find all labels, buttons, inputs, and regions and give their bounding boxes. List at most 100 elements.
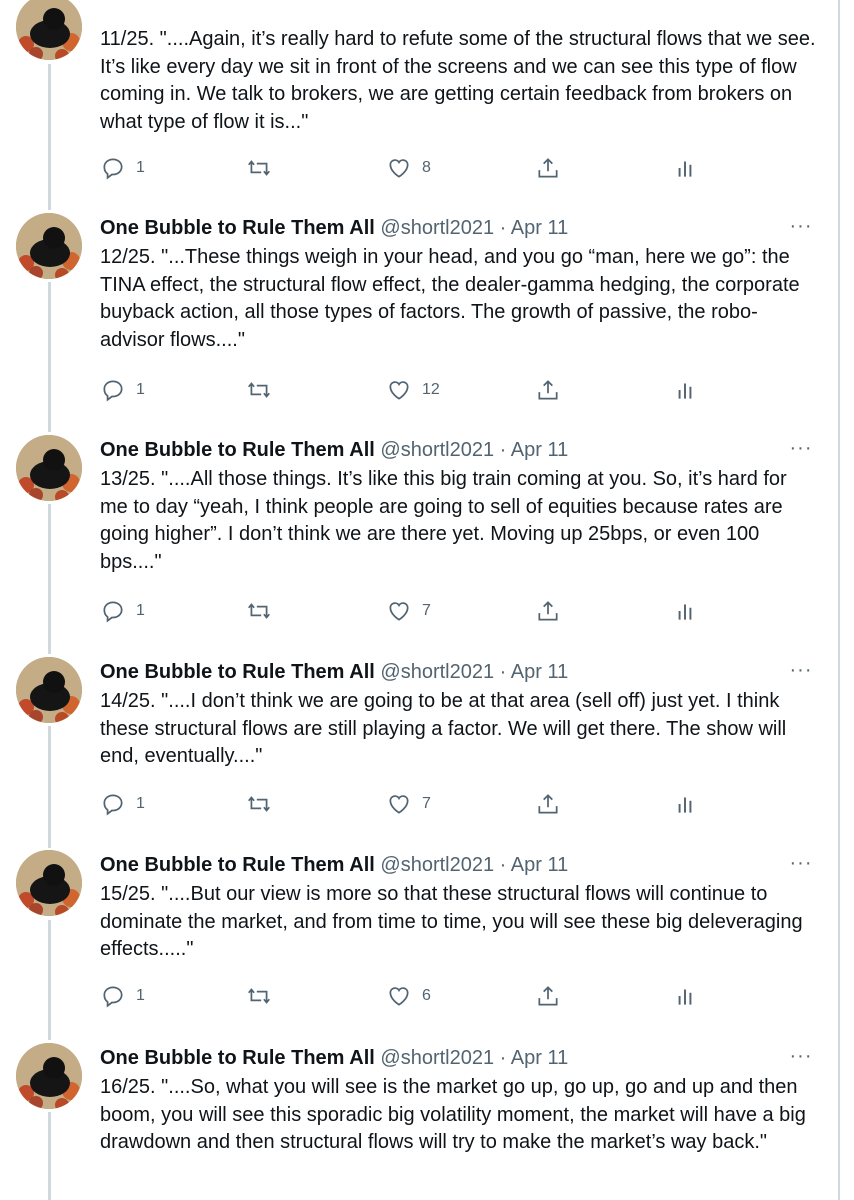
like-button[interactable]: 6 [386, 979, 431, 1013]
like-button[interactable]: 7 [386, 787, 431, 821]
avatar[interactable] [16, 435, 82, 501]
tweet[interactable]: One Bubble to Rule Them All @shortl2021 … [0, 1043, 840, 1200]
more-icon[interactable]: ··· [788, 1043, 814, 1073]
share-button[interactable] [535, 151, 561, 185]
heart-icon [389, 381, 409, 400]
like-count: 6 [422, 987, 431, 1004]
analytics-button[interactable] [672, 787, 698, 821]
analytics-icon [678, 797, 692, 813]
share-button[interactable] [535, 979, 561, 1013]
author-name[interactable]: One Bubble to Rule Them All [100, 1047, 375, 1069]
heart-icon [389, 987, 409, 1006]
like-button[interactable]: 12 [386, 373, 440, 407]
analytics-button[interactable] [672, 151, 698, 185]
reply-icon [103, 601, 123, 623]
heart-icon [389, 602, 409, 621]
like-count: 7 [422, 602, 431, 619]
tweet-header: One Bubble to Rule Them All @shortl2021 … [100, 213, 568, 243]
author-name[interactable]: One Bubble to Rule Them All [100, 661, 375, 683]
separator-dot: · [499, 217, 507, 239]
separator-dot: · [499, 439, 507, 461]
retweet-icon [248, 988, 270, 1004]
reply-button[interactable]: 1 [100, 594, 145, 628]
author-name[interactable]: One Bubble to Rule Them All [100, 217, 375, 239]
more-icon[interactable]: ··· [788, 850, 814, 880]
reply-button[interactable]: 1 [100, 373, 145, 407]
reply-icon [103, 158, 123, 180]
bear-avatar-image [16, 850, 82, 916]
share-icon [538, 380, 558, 400]
tweet[interactable]: One Bubble to Rule Them All @shortl2021 … [0, 213, 840, 423]
like-count: 8 [422, 159, 431, 176]
share-button[interactable] [535, 594, 561, 628]
tweet[interactable]: 11/25. "....Again, it’s really hard to r… [0, 0, 840, 200]
retweet-button[interactable] [246, 151, 272, 185]
separator-dot: · [499, 661, 507, 683]
author-handle[interactable]: @shortl2021 [380, 439, 494, 461]
bear-avatar-image [16, 657, 82, 723]
tweet-date[interactable]: Apr 11 [511, 439, 568, 461]
tweet-actions: 1 8 [100, 151, 710, 185]
share-icon [538, 601, 558, 621]
avatar[interactable] [16, 0, 82, 60]
more-icon[interactable]: ··· [788, 213, 814, 243]
tweet-text: 15/25. "....But our view is more so that… [100, 883, 803, 960]
author-name[interactable]: One Bubble to Rule Them All [100, 854, 375, 876]
avatar[interactable] [16, 1043, 82, 1109]
retweet-icon [248, 382, 270, 398]
analytics-icon [678, 161, 692, 177]
tweet-date[interactable]: Apr 11 [511, 1047, 568, 1069]
analytics-button[interactable] [672, 979, 698, 1013]
reply-count: 1 [136, 159, 145, 176]
tweet-actions: 1 12 [100, 373, 710, 407]
tweet-actions: 1 7 [100, 787, 710, 821]
author-handle[interactable]: @shortl2021 [380, 661, 494, 683]
tweet-date[interactable]: Apr 11 [511, 661, 568, 683]
tweet-text: 12/25. "...These things weigh in your he… [100, 246, 800, 351]
like-button[interactable]: 8 [386, 151, 431, 185]
tweet-date[interactable]: Apr 11 [511, 217, 568, 239]
heart-icon [389, 795, 409, 814]
retweet-button[interactable] [246, 979, 272, 1013]
reply-button[interactable]: 1 [100, 151, 145, 185]
reply-button[interactable]: 1 [100, 979, 145, 1013]
analytics-button[interactable] [672, 373, 698, 407]
tweet-text: 13/25. "....All those things. It’s like … [100, 468, 787, 573]
more-icon[interactable]: ··· [788, 657, 814, 687]
tweet[interactable]: One Bubble to Rule Them All @shortl2021 … [0, 657, 840, 837]
avatar[interactable] [16, 213, 82, 279]
avatar[interactable] [16, 850, 82, 916]
analytics-button[interactable] [672, 594, 698, 628]
retweet-icon [248, 603, 270, 619]
reply-count: 1 [136, 602, 145, 619]
author-handle[interactable]: @shortl2021 [380, 217, 494, 239]
reply-button[interactable]: 1 [100, 787, 145, 821]
tweet[interactable]: One Bubble to Rule Them All @shortl2021 … [0, 850, 840, 1030]
tweet-date[interactable]: Apr 11 [511, 854, 568, 876]
author-name[interactable]: One Bubble to Rule Them All [100, 439, 375, 461]
tweet[interactable]: One Bubble to Rule Them All @shortl2021 … [0, 435, 840, 645]
tweet-header: One Bubble to Rule Them All @shortl2021 … [100, 657, 568, 687]
share-button[interactable] [535, 373, 561, 407]
tweet-text: 16/25. "....So, what you will see is the… [100, 1076, 806, 1153]
retweet-icon [248, 160, 270, 176]
separator-dot: · [499, 854, 507, 876]
like-button[interactable]: 7 [386, 594, 431, 628]
retweet-button[interactable] [246, 787, 272, 821]
reply-icon [103, 380, 123, 402]
author-handle[interactable]: @shortl2021 [380, 854, 494, 876]
author-handle[interactable]: @shortl2021 [380, 1047, 494, 1069]
tweet-actions: 1 6 [100, 979, 710, 1013]
tweet-text: 11/25. "....Again, it’s really hard to r… [100, 28, 816, 133]
tweet-actions: 1 7 [100, 594, 710, 628]
bear-avatar-image [16, 0, 82, 60]
heart-icon [389, 159, 409, 178]
like-count: 7 [422, 795, 431, 812]
share-button[interactable] [535, 787, 561, 821]
more-icon[interactable]: ··· [788, 435, 814, 465]
separator-dot: · [499, 1047, 507, 1069]
retweet-button[interactable] [246, 594, 272, 628]
avatar[interactable] [16, 657, 82, 723]
retweet-button[interactable] [246, 373, 272, 407]
reply-icon [103, 986, 123, 1008]
